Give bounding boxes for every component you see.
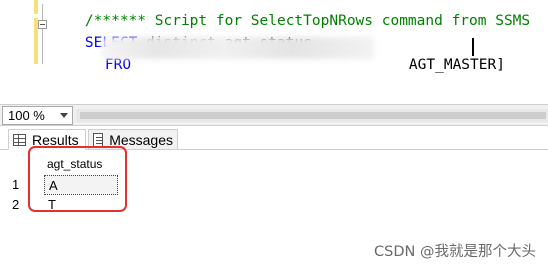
- chevron-down-icon[interactable]: [60, 113, 68, 118]
- watermark: CSDN @我就是那个大头: [374, 244, 536, 260]
- outline-guide: [42, 4, 43, 64]
- zoom-bar: 100 %: [0, 104, 548, 126]
- code-line-table[interactable]: AGT_MASTER]: [374, 38, 505, 92]
- sql-keyword-from: FRO: [104, 57, 132, 73]
- saved-change-marker: [34, 0, 38, 14]
- scrollbar-thumb[interactable]: [80, 112, 546, 119]
- grid-icon: [13, 134, 26, 146]
- query-editor[interactable]: /****** Script for SelectTopNRows comman…: [0, 0, 548, 104]
- text-caret: [472, 38, 474, 56]
- zoom-dropdown[interactable]: 100 %: [2, 106, 73, 125]
- highlight-annotation: [28, 146, 127, 212]
- horizontal-scrollbar[interactable]: [76, 109, 548, 122]
- sql-table-name: AGT_MASTER]: [408, 57, 505, 73]
- editor-gutter: [0, 0, 34, 104]
- messages-icon: [93, 133, 104, 147]
- collapse-region-icon[interactable]: [38, 20, 47, 29]
- zoom-value: 100 %: [8, 108, 45, 123]
- redacted-table-name: [102, 37, 374, 59]
